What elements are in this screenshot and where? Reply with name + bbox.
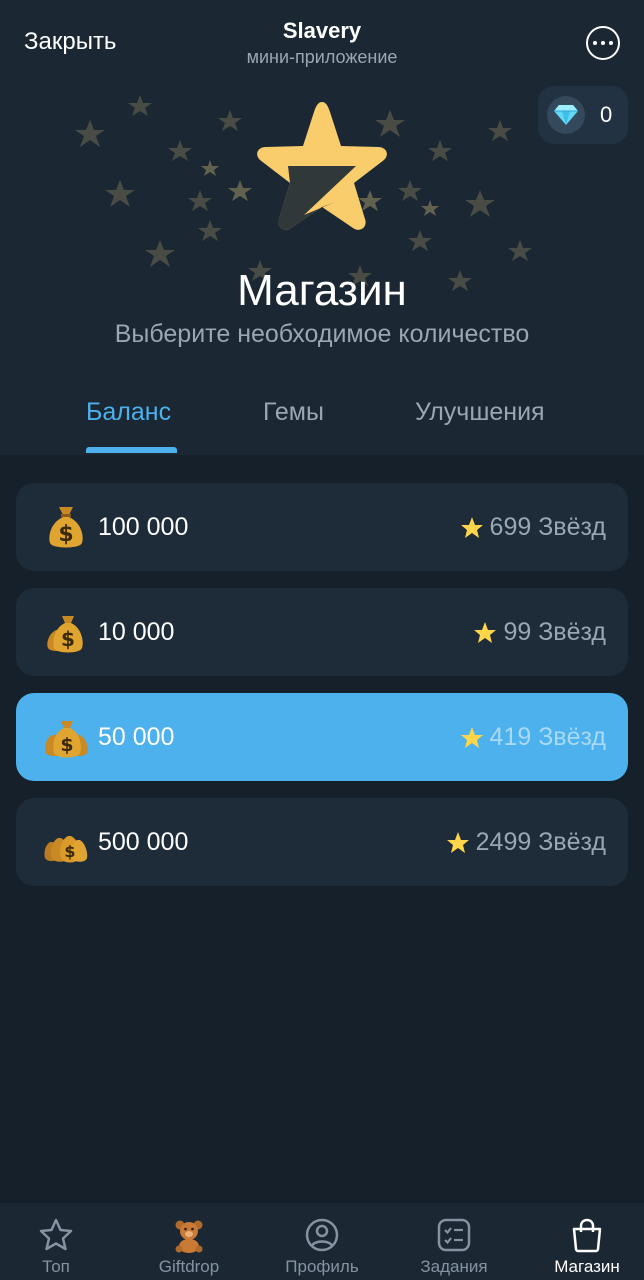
product-amount: 500 000 [98,828,189,856]
page-title: Магазин [237,266,407,315]
product-item[interactable]: $ 500 000 2499 Звёзд [16,798,628,886]
shop-screen: Закрыть Slavery мини-приложение 0 Магази… [0,0,644,1280]
money-bags-icon: $ [47,616,83,653]
more-icon[interactable] [586,26,620,60]
product-price-label: 419 Звёзд [489,723,606,751]
nav-label: Профиль [285,1257,359,1276]
bottom-nav: Топ Giftdrop Профиль Задания Магазин [0,1203,644,1280]
product-price: 99 Звёзд [473,618,606,647]
tab-gems[interactable]: Гемы [263,398,324,427]
nav-item-shop[interactable]: Магазин [523,1203,644,1280]
teddy-bear-icon [175,1220,203,1253]
product-item-selected[interactable]: $ 50 000 419 Звёзд [16,693,628,781]
product-item[interactable]: $ 100 000 699 Звёзд [16,483,628,571]
header-area: Закрыть Slavery мини-приложение 0 Магази… [0,0,644,455]
nav-item-top[interactable]: Топ [0,1203,120,1280]
top-bar: Закрыть Slavery мини-приложение [0,0,644,80]
product-price-label: 699 Звёзд [489,513,606,541]
product-price: 419 Звёзд [460,723,606,752]
app-title: Slavery [282,18,362,43]
star-icon [460,726,483,748]
shopping-bag-icon [572,1218,602,1253]
product-item[interactable]: $ 10 000 99 Звёзд [16,588,628,676]
product-amount: 10 000 [98,618,175,646]
app-subtitle: мини-приложение [246,47,398,67]
tasks-icon [437,1218,471,1252]
product-price: 699 Звёзд [460,513,606,542]
product-amount: 100 000 [98,513,189,541]
svg-text:$: $ [60,734,73,756]
nav-label: Задания [420,1257,488,1276]
page-subtitle: Выберите необходимое количество [114,320,530,348]
product-amount: 50 000 [98,723,175,751]
tab-bar: Баланс Гемы Улучшения [0,392,644,454]
tab-upgrades[interactable]: Улучшения [415,398,545,427]
tab-indicator [86,447,177,453]
svg-text:$: $ [61,627,75,651]
star-icon [446,831,469,853]
star-icon [460,516,483,538]
nav-label: Топ [42,1257,70,1276]
profile-icon [305,1218,339,1252]
gem-count: 0 [600,102,613,127]
product-price-label: 2499 Звёзд [475,828,606,856]
product-price: 2499 Звёзд [446,828,606,857]
money-bags-icon: $ [44,836,88,863]
star-icon [474,621,497,643]
nav-label: Магазин [554,1257,620,1276]
nav-item-giftdrop[interactable]: Giftdrop [125,1203,253,1280]
nav-label: Giftdrop [158,1257,220,1276]
svg-text:$: $ [58,522,73,547]
money-bag-icon: $ [49,507,83,548]
product-price-label: 99 Звёзд [503,618,606,646]
nav-item-profile[interactable]: Профиль [258,1203,386,1280]
money-bags-icon: $ [45,721,88,758]
nav-item-tasks[interactable]: Задания [390,1203,518,1280]
tab-balance[interactable]: Баланс [86,398,171,427]
svg-text:$: $ [64,842,75,861]
star-outline-icon [39,1218,73,1251]
